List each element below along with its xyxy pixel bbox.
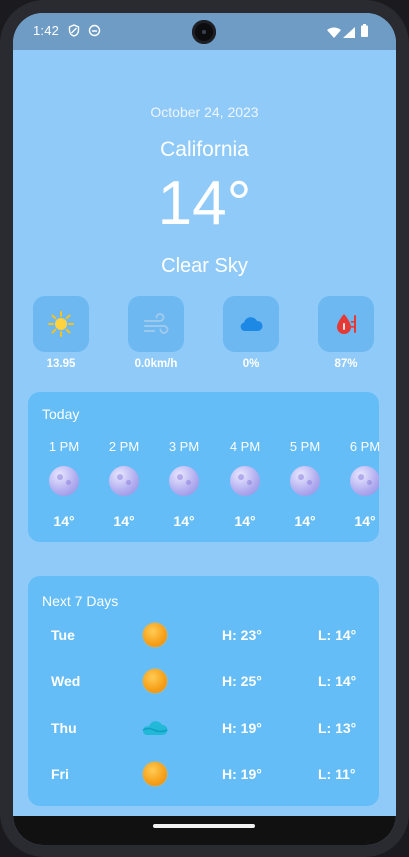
battery-icon xyxy=(361,24,368,42)
day-name: Thu xyxy=(51,720,77,736)
app-screen: 1:42 October 24, 2023 California 14° Cle… xyxy=(13,13,396,845)
weather-main: October 24, 2023 California 14° Clear Sk… xyxy=(13,50,396,845)
current-temperature: 14° xyxy=(157,169,252,238)
week-card: Next 7 Days Tue H: 23° L: 14° Wed H: 25°… xyxy=(28,576,379,806)
home-gesture-handle[interactable] xyxy=(153,824,255,828)
day-low: L: 13° xyxy=(318,720,357,736)
wind-value: 0.0km/h xyxy=(134,358,178,370)
today-card: Today 1 PM 14° 2 PM 14° 3 PM 14° 4 PM 14… xyxy=(28,392,379,542)
hour-temp: 14° xyxy=(53,513,75,529)
hour-time: 1 PM xyxy=(48,439,80,454)
sun-value: 13.95 xyxy=(46,358,76,370)
day-high: H: 25° xyxy=(222,673,262,689)
hour-time: 4 PM xyxy=(229,439,261,454)
hour-time: 2 PM xyxy=(108,439,140,454)
sun-icon xyxy=(143,762,167,786)
day-low: L: 11° xyxy=(318,766,356,782)
weather-condition: Clear Sky xyxy=(161,255,248,277)
humidity-tile xyxy=(318,296,374,352)
moon-icon xyxy=(230,466,260,496)
hour-time: 5 PM xyxy=(289,439,321,454)
device-frame: 1:42 October 24, 2023 California 14° Cle… xyxy=(0,0,409,857)
day-low: L: 14° xyxy=(318,673,357,689)
day-name: Tue xyxy=(51,627,75,643)
hour-temp: 14° xyxy=(173,513,195,529)
hour-temp: 14° xyxy=(234,513,256,529)
day-row: Tue H: 23° L: 14° xyxy=(28,620,379,650)
signal-icon xyxy=(343,25,355,43)
today-title: Today xyxy=(42,406,80,422)
wind-tile xyxy=(128,296,184,352)
hour-temp: 14° xyxy=(354,513,376,529)
hour-time: 3 PM xyxy=(168,439,200,454)
hour-time: 6 PM xyxy=(349,439,379,454)
sun-icon xyxy=(143,623,167,647)
city-name: California xyxy=(160,138,249,161)
day-low: L: 14° xyxy=(318,627,357,643)
navigation-bar xyxy=(13,816,396,845)
front-camera xyxy=(192,20,216,44)
day-name: Wed xyxy=(51,673,81,689)
hour-temp: 14° xyxy=(294,513,316,529)
hour-temp: 14° xyxy=(113,513,135,529)
shield-icon xyxy=(68,24,80,42)
hourly-scroll[interactable]: 1 PM 14° 2 PM 14° 3 PM 14° 4 PM 14° 5 PM… xyxy=(28,439,379,534)
wifi-icon xyxy=(327,25,341,43)
sun-tile xyxy=(33,296,89,352)
cloud-tile xyxy=(223,296,279,352)
moon-icon xyxy=(169,466,199,496)
status-time: 1:42 xyxy=(33,23,60,38)
status-bar: 1:42 xyxy=(13,13,396,50)
day-row: Fri H: 19° L: 11° xyxy=(28,759,379,789)
partly-cloudy-icon xyxy=(140,718,170,745)
day-row: Wed H: 25° L: 14° xyxy=(28,666,379,696)
day-high: H: 19° xyxy=(222,720,262,736)
notification-icon xyxy=(88,24,101,42)
week-title: Next 7 Days xyxy=(42,593,119,609)
day-name: Fri xyxy=(51,766,69,782)
sun-icon xyxy=(143,669,167,693)
day-high: H: 23° xyxy=(222,627,262,643)
cloud-value: 0% xyxy=(242,358,260,370)
day-high: H: 19° xyxy=(222,766,262,782)
moon-icon xyxy=(109,466,139,496)
day-row: Thu H: 19° L: 13° xyxy=(28,713,379,743)
moon-icon xyxy=(350,466,379,496)
moon-icon xyxy=(49,466,79,496)
current-date: October 24, 2023 xyxy=(150,104,259,120)
humidity-value: 87% xyxy=(334,358,358,370)
moon-icon xyxy=(290,466,320,496)
